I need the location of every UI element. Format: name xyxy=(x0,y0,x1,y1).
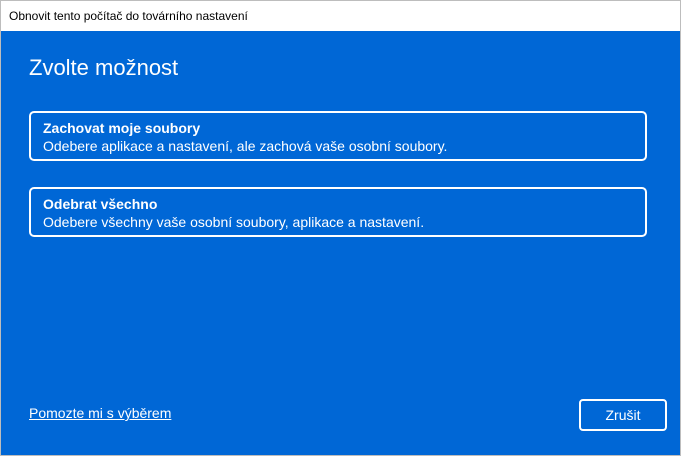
page-title: Zvolte možnost xyxy=(29,55,179,80)
remove-everything-option[interactable]: Odebrat všechno Odebere všechny vaše oso… xyxy=(29,187,647,237)
window-title: Obnovit tento počítač do továrního nasta… xyxy=(1,1,680,31)
option-description: Odebere aplikace a nastavení, ale zachov… xyxy=(43,138,448,154)
reset-pc-dialog: Obnovit tento počítač do továrního nasta… xyxy=(0,0,681,456)
dialog-content: Zvolte možnost Zachovat moje soubory Ode… xyxy=(1,31,680,455)
keep-my-files-option[interactable]: Zachovat moje soubory Odebere aplikace a… xyxy=(29,111,647,161)
cancel-button[interactable]: Zrušit xyxy=(579,399,667,431)
option-title: Zachovat moje soubory xyxy=(43,120,201,136)
option-title: Odebrat všechno xyxy=(43,196,158,212)
help-me-choose-link[interactable]: Pomozte mi s výběrem xyxy=(29,405,171,421)
option-description: Odebere všechny vaše osobní soubory, apl… xyxy=(43,214,425,230)
